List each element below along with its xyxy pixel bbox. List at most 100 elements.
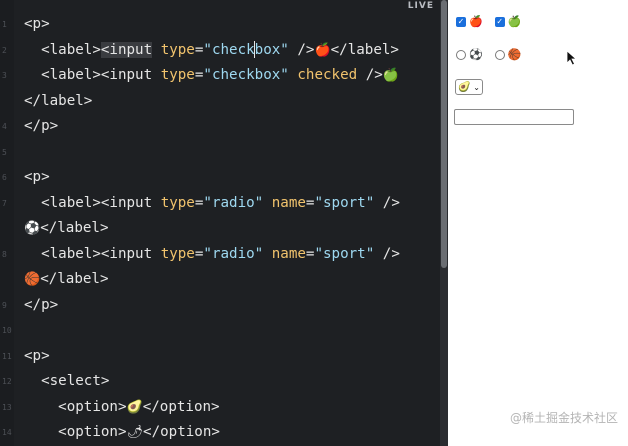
- code-text: <option>🥑</option>: [24, 395, 220, 421]
- code-line[interactable]: 14 <option>🌶</option>: [0, 420, 440, 446]
- line-number: 3: [2, 71, 7, 80]
- code-token: "radio": [203, 194, 264, 211]
- code-text: ⚽</label>: [24, 216, 109, 242]
- code-text: </p>: [24, 114, 58, 140]
- code-text: <label><input type="radio" name="sport" …: [24, 242, 400, 268]
- line-number: 5: [2, 147, 7, 157]
- code-token: </label>: [330, 41, 399, 58]
- checkbox-green-apple[interactable]: ✓: [494, 16, 505, 27]
- apple-emoji: 🍎: [469, 15, 483, 28]
- code-line[interactable]: 4 </p>: [0, 114, 440, 140]
- emoji-glyph: 🏀: [24, 272, 41, 287]
- code-line[interactable]: 13 <option>🥑</option>: [0, 395, 440, 421]
- code-token: </label>: [40, 220, 109, 236]
- code-token: type: [160, 245, 195, 262]
- green-apple-emoji: 🍏: [507, 15, 522, 28]
- code-text: <p>: [24, 165, 50, 191]
- line-number: 14: [2, 428, 12, 437]
- code-line[interactable]: 3 <label><input type="checkbox" checked …: [0, 63, 440, 89]
- code-line[interactable]: 🏀</label>: [0, 267, 440, 293]
- code-token: <select>: [41, 373, 110, 389]
- code-line[interactable]: 2 <label><input type="checkbox" />🍎</lab…: [0, 38, 440, 64]
- code-token: <label>: [41, 41, 101, 58]
- code-line[interactable]: ⚽</label>: [0, 216, 440, 242]
- code-token: <p>: [24, 16, 50, 32]
- code-token: <option>: [58, 424, 127, 440]
- line-number: 4: [2, 122, 7, 131]
- code-text: 🏀</label>: [24, 267, 109, 293]
- code-token: </option>: [142, 398, 220, 415]
- emoji-glyph: 🍎: [314, 42, 331, 58]
- code-line[interactable]: 10: [0, 318, 440, 344]
- code-token: </label>: [40, 271, 109, 287]
- code-token: <p>: [24, 347, 50, 364]
- code-text: <label><input type="radio" name="sport" …: [24, 191, 400, 217]
- code-line[interactable]: 7 <label><input type="radio" name="sport…: [0, 191, 440, 217]
- code-text: <label><input type="checkbox" />🍎</label…: [24, 38, 399, 64]
- food-select[interactable]: 🥑 ⌄: [455, 79, 483, 95]
- code-token: checked: [297, 67, 358, 83]
- code-line[interactable]: 11 <p>: [0, 344, 440, 370]
- editor-scrollbar-thumb[interactable]: [441, 0, 447, 268]
- code-text: <option>🌶</option>: [24, 420, 220, 446]
- code-token: type: [160, 67, 195, 83]
- line-number: 2: [2, 45, 7, 55]
- code-line[interactable]: 6 <p>: [0, 165, 440, 191]
- radio-soccer[interactable]: [456, 49, 466, 60]
- code-token: />: [374, 194, 400, 211]
- code-token: </option>: [143, 424, 220, 440]
- code-token: <input: [100, 41, 153, 58]
- code-token: type: [160, 194, 195, 211]
- code-line[interactable]: 8 <label><input type="radio" name="sport…: [0, 242, 440, 268]
- code-token: />: [288, 41, 315, 58]
- code-text: </label>: [24, 89, 92, 115]
- code-line[interactable]: 9 </p>: [0, 293, 440, 319]
- code-token: <p>: [24, 169, 50, 185]
- code-line[interactable]: 12 <select>: [0, 369, 440, 395]
- code-token: name: [271, 194, 306, 211]
- line-number: 6: [2, 173, 7, 182]
- emoji-glyph: 🍏: [382, 68, 399, 83]
- code-text: <p>: [24, 12, 50, 38]
- line-number: 9: [2, 300, 7, 310]
- line-number: 12: [2, 377, 12, 386]
- line-number: 13: [2, 402, 12, 412]
- code-token: "sport": [314, 194, 375, 211]
- chevron-down-icon: ⌄: [473, 82, 480, 92]
- code-token: "radio": [203, 245, 264, 262]
- line-number: 10: [2, 326, 12, 335]
- watermark: @稀土掘金技术社区: [509, 411, 618, 425]
- soccer-ball-emoji: ⚽: [469, 48, 483, 61]
- code-line[interactable]: 5: [0, 140, 440, 166]
- line-number: 11: [2, 351, 12, 361]
- live-preview-pane: ✓ 🍎 ✓ 🍏 ⚽ 🏀 🥑 ⌄ @稀土掘金技术社区: [448, 0, 628, 446]
- text-input[interactable]: [454, 109, 574, 125]
- code-token: <label><input: [41, 245, 161, 262]
- code-text: </p>: [24, 293, 58, 319]
- checkbox-apple[interactable]: ✓: [456, 16, 466, 27]
- code-token: </p>: [24, 296, 59, 313]
- code-token: </label>: [24, 92, 93, 109]
- code-line[interactable]: </label>: [0, 89, 440, 115]
- code-line[interactable]: 1 <p>: [0, 12, 440, 38]
- emoji-glyph: ⚽: [24, 221, 41, 236]
- code-token: type: [160, 41, 195, 58]
- code-editor[interactable]: 1 <p> 2 <label><input type="checkbox" />🍎<…: [0, 0, 440, 446]
- code-token: <label><input: [41, 67, 161, 83]
- code-token: <option>: [58, 398, 127, 415]
- code-token: box": [254, 41, 289, 58]
- code-text: <p>: [24, 344, 50, 370]
- mouse-cursor-icon: [566, 50, 578, 66]
- live-indicator: LIVE: [405, 0, 436, 12]
- radio-basketball[interactable]: [494, 49, 505, 60]
- code-token: "check: [203, 41, 255, 58]
- line-number: 7: [2, 198, 7, 208]
